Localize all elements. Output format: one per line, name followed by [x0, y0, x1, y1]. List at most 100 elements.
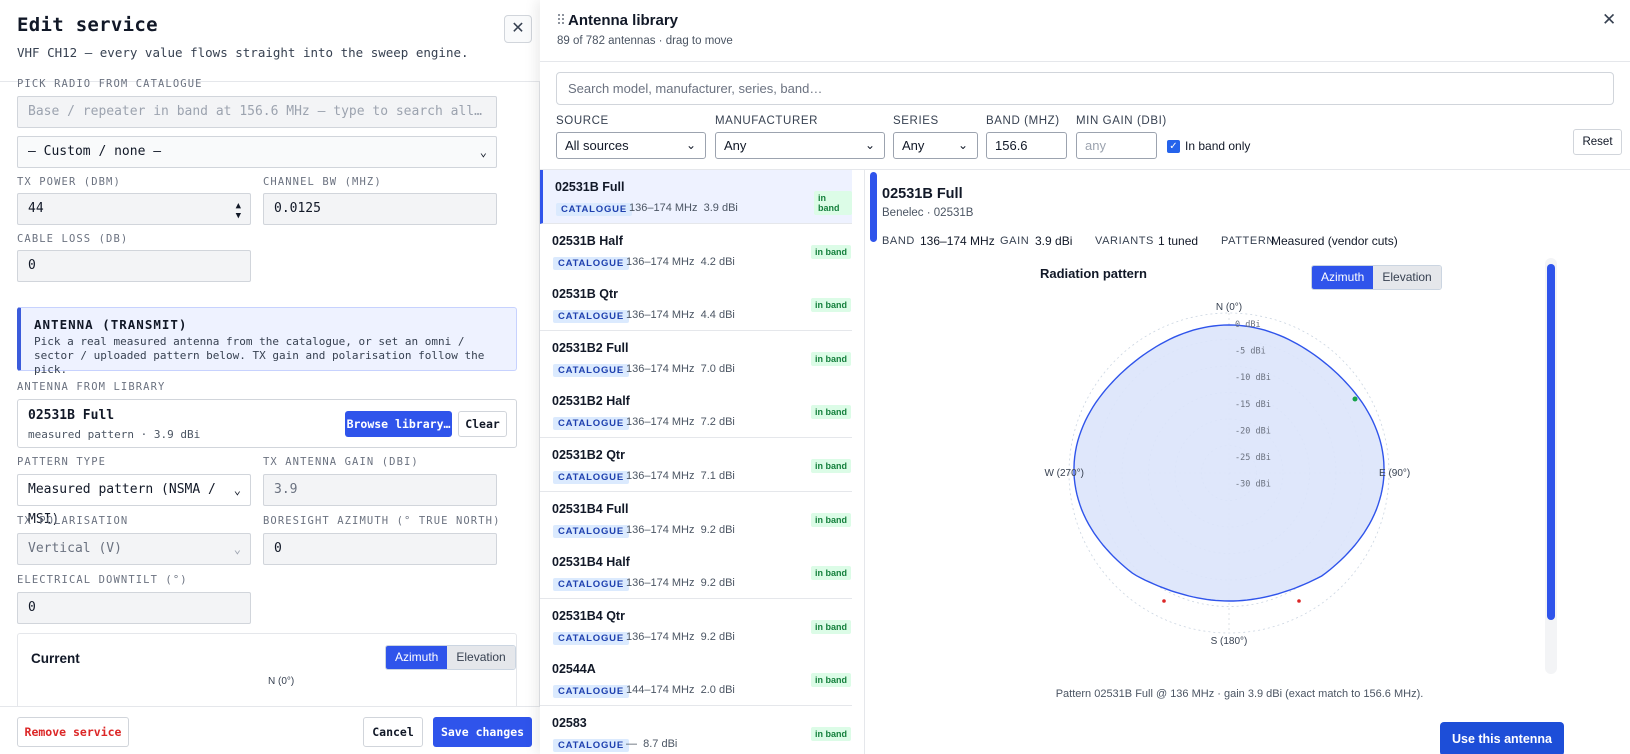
source-tag: CATALOGUE — [553, 578, 629, 592]
antenna-meta: 136–174 MHz 7.1 dBi — [626, 470, 735, 482]
source-tag: CATALOGUE — [553, 524, 629, 538]
tx-polarisation-value: Vertical (V) — [28, 541, 122, 556]
list-item[interactable]: 02531B4 Half CATALOGUE 136–174 MHz 9.2 dBi… — [540, 545, 852, 600]
elevation-tab[interactable]: Elevation — [1373, 266, 1441, 289]
radiation-pattern-plot: N (0°) S (180°) E (90°) W (270°) 0 dBi -5 dBi… — [1044, 302, 1410, 647]
list-item[interactable]: 02583 CATALOGUE — 8.7 dBi in band — [540, 706, 852, 754]
band-range: 144–174 MHz — [626, 684, 695, 697]
gain-value: 3.9 dBi — [1035, 234, 1073, 248]
manufacturer-label: MANUFACTURER — [715, 115, 819, 127]
in-band-badge: in band — [811, 298, 851, 313]
edit-service-header: Edit service VHF CH12 — every value flow… — [0, 0, 540, 82]
source-tag: CATALOGUE — [556, 203, 632, 216]
boresight-field[interactable]: 0 — [263, 533, 497, 565]
close-icon[interactable]: ✕ — [504, 15, 532, 43]
tx-polarisation-select[interactable]: Vertical (V) ⌄ — [17, 533, 251, 565]
cable-loss-field[interactable]: 0 — [17, 250, 251, 282]
close-icon[interactable]: ✕ — [1602, 10, 1616, 30]
chevron-down-icon: ⌄ — [864, 138, 875, 152]
channel-bw-field[interactable]: 0.0125 — [263, 193, 497, 225]
browse-library-button[interactable]: Browse library… — [345, 411, 452, 437]
detail-scrollbar[interactable] — [1547, 264, 1555, 620]
band-input[interactable]: 156.6 — [986, 132, 1067, 159]
pattern-caption: Pattern 02531B Full @ 136 MHz · gain 3.9… — [1055, 688, 1424, 700]
band-range: 136–174 MHz — [626, 577, 695, 590]
source-tag: CATALOGUE — [553, 471, 629, 484]
azimuth-tab[interactable]: Azimuth — [386, 646, 448, 669]
band-range: — — [626, 738, 637, 750]
antenna-meta: 136–174 MHz 7.2 dBi — [626, 416, 735, 428]
azimuth-tab[interactable]: Azimuth — [1312, 266, 1374, 289]
save-changes-button[interactable]: Save changes — [433, 717, 532, 747]
antenna-name: 02531B2 Qtr — [552, 448, 625, 462]
tx-gain-label: TX ANTENNA GAIN (DBI) — [263, 456, 419, 468]
cable-loss-label: CABLE LOSS (DB) — [17, 233, 129, 245]
clear-button[interactable]: Clear — [458, 411, 507, 437]
gain-key: GAIN — [1000, 235, 1030, 247]
downtilt-field[interactable]: 0 — [17, 592, 251, 624]
library-search-input[interactable]: Search model, manufacturer, series, band… — [556, 72, 1614, 105]
band-range: 136–174 MHz — [626, 255, 695, 268]
list-item[interactable]: 02531B Qtr CATALOGUE 136–174 MHz 4.4 dBi in… — [540, 277, 852, 332]
series-value: Any — [902, 138, 925, 153]
antenna-detail: 02531B Full Benelec · 02531B BAND 136–17… — [865, 169, 1630, 754]
tx-gain-field[interactable]: 3.9 — [263, 474, 497, 506]
library-title: Antenna library — [568, 12, 679, 29]
list-item[interactable]: 02531B4 Full CATALOGUE 136–174 MHz 9.2 dBi… — [540, 491, 852, 546]
in-band-badge: in band — [811, 244, 851, 259]
library-header: Antenna library 89 of 782 antennas · dra… — [540, 0, 1630, 62]
source-select[interactable]: All sources ⌄ — [556, 132, 706, 159]
band-key: BAND — [882, 235, 915, 247]
antenna-meta: 136–174 MHz 4.4 dBi — [626, 309, 735, 321]
ring-label: -10 dBi — [1235, 373, 1271, 383]
list-item[interactable]: 02531B2 Full CATALOGUE 136–174 MHz 7.0 dBi… — [540, 330, 852, 385]
use-antenna-button[interactable]: Use this antenna — [1440, 722, 1564, 754]
source-label: SOURCE — [556, 115, 609, 127]
manufacturer-select[interactable]: Any ⌄ — [715, 132, 885, 159]
reset-button[interactable]: Reset — [1573, 129, 1622, 155]
cancel-button[interactable]: Cancel — [363, 717, 423, 747]
pattern-type-select[interactable]: Measured pattern (NSMA / MSI) ⌄ — [17, 474, 251, 527]
gain-value: 4.2 dBi — [700, 255, 735, 268]
tx-power-field[interactable]: 44 ▲ ▼ — [17, 193, 251, 225]
band-range: 136–174 MHz — [626, 416, 695, 429]
antenna-name: 02531B Full — [555, 180, 625, 194]
detail-name: 02531B Full — [882, 186, 963, 202]
remove-service-button[interactable]: Remove service — [17, 717, 129, 747]
list-item[interactable]: 02531B2 Half CATALOGUE 136–174 MHz 7.2 dBi… — [540, 384, 852, 439]
gain-value: 9.2 dBi — [700, 577, 735, 590]
gain-value: 3.9 dBi — [703, 202, 738, 214]
gain-value: 7.1 dBi — [700, 470, 735, 482]
selected-antenna-name: 02531B Full — [28, 408, 115, 423]
list-item[interactable]: 02531B Full CATALOGUE 136–174 MHz 3.9 dBi i… — [540, 170, 852, 224]
elevation-tab[interactable]: Elevation — [447, 646, 515, 669]
list-item[interactable]: 02531B4 Qtr CATALOGUE 136–174 MHz 9.2 dBi i… — [540, 598, 852, 653]
radio-search-input[interactable]: Base / repeater in band at 156.6 MHz — t… — [17, 96, 497, 128]
antenna-name: 02531B4 Half — [552, 555, 630, 570]
antenna-library-panel: Antenna library 89 of 782 antennas · dra… — [540, 0, 1630, 754]
current-view-toggle: Azimuth Elevation — [385, 645, 516, 670]
radio-select[interactable]: — Custom / none — ⌄ — [17, 136, 497, 168]
list-item[interactable]: 02544A CATALOGUE 144–174 MHz 2.0 dBi in ban… — [540, 652, 852, 707]
ring-label: 0 dBi — [1235, 320, 1261, 330]
in-band-badge: in band — [811, 619, 851, 634]
stepper-icon[interactable]: ▲ ▼ — [236, 201, 241, 221]
source-tag: CATALOGUE — [553, 685, 629, 699]
antenna-note: ANTENNA (TRANSMIT) Pick a real measured … — [17, 307, 517, 376]
drag-handle-icon[interactable] — [557, 13, 565, 25]
pattern-trace — [1073, 324, 1385, 602]
ring-label: -5 dBi — [1235, 347, 1266, 357]
antenna-note-title: ANTENNA (TRANSMIT) — [34, 317, 188, 332]
ring-label: -30 dBi — [1235, 480, 1271, 490]
antenna-name: 02531B2 Half — [552, 394, 630, 409]
in-band-label: In band only — [1185, 139, 1251, 153]
in-band-badge: in band — [811, 512, 851, 527]
list-item[interactable]: 02531B Half CATALOGUE 136–174 MHz 4.2 dBi i… — [540, 223, 852, 278]
pattern-value: Measured (vendor cuts) — [1271, 234, 1398, 248]
in-band-checkbox[interactable]: ✓ — [1167, 140, 1180, 153]
min-gain-input[interactable]: any — [1076, 132, 1157, 159]
series-select[interactable]: Any ⌄ — [893, 132, 978, 159]
antenna-meta: 136–174 MHz 9.2 dBi — [626, 577, 735, 589]
list-item[interactable]: 02531B2 Qtr CATALOGUE 136–174 MHz 7.1 dBi i… — [540, 438, 852, 492]
band-range: 136–174 MHz — [626, 470, 695, 482]
